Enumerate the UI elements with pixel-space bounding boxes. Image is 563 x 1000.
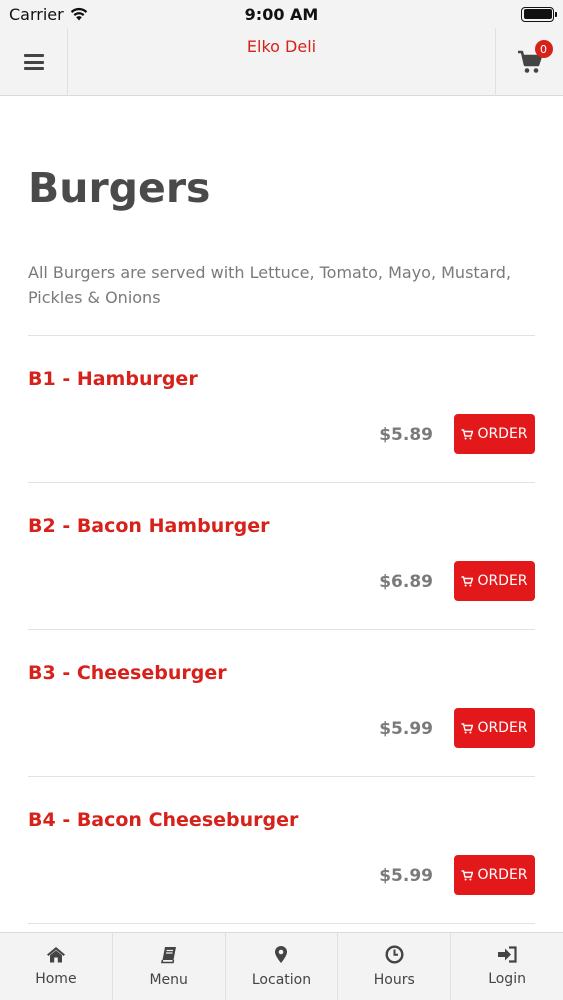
cart-count-badge: 0	[534, 40, 553, 58]
item-name[interactable]: B1 - Hamburger	[28, 368, 198, 390]
tab-menu[interactable]: Menu	[113, 933, 226, 1000]
tab-location[interactable]: Location	[226, 933, 339, 1000]
item-price: $6.89	[379, 572, 433, 592]
clock-icon	[385, 945, 404, 964]
order-label: ORDER	[477, 867, 528, 883]
order-label: ORDER	[477, 573, 528, 589]
order-button[interactable]: ORDER	[454, 561, 535, 601]
status-bar: Carrier 9:00 AM	[0, 0, 563, 28]
order-label: ORDER	[477, 720, 528, 736]
menu-item: B4 - Bacon Cheeseburger $5.99 ORDER	[28, 777, 535, 924]
carrier-label: Carrier	[9, 4, 64, 24]
cart-plus-icon	[461, 575, 474, 586]
tab-label: Location	[251, 972, 312, 988]
status-left: Carrier	[9, 5, 88, 24]
item-price: $5.99	[379, 719, 433, 739]
book-icon	[160, 946, 176, 963]
navbar: Elko Deli 0	[0, 28, 563, 96]
tab-label: Login	[488, 971, 526, 987]
menu-item: B1 - Hamburger $5.89 ORDER	[28, 336, 535, 483]
menu-button[interactable]	[0, 28, 68, 96]
tab-label: Home	[35, 971, 77, 987]
menu-item: B2 - Bacon Hamburger $6.89 ORDER	[28, 483, 535, 630]
cart-button[interactable]: 0	[495, 28, 563, 96]
battery-icon	[521, 6, 557, 22]
hamburger-icon	[23, 54, 44, 70]
tab-label: Menu	[149, 971, 188, 988]
menu-content: Burgers All Burgers are served with Lett…	[28, 96, 535, 924]
tab-login[interactable]: Login	[451, 933, 563, 1000]
sign-in-icon	[498, 946, 517, 963]
map-pin-icon	[275, 946, 288, 963]
wifi-icon	[70, 7, 87, 21]
tab-hours[interactable]: Hours	[338, 933, 452, 1000]
cart-plus-icon	[461, 428, 474, 439]
tab-bar: Home Menu Location Hours Login	[0, 932, 563, 1000]
menu-item: B3 - Cheeseburger $5.99 ORDER	[28, 630, 535, 777]
item-name[interactable]: B3 - Cheeseburger	[28, 662, 227, 684]
order-button[interactable]: ORDER	[454, 708, 535, 748]
cart-plus-icon	[461, 869, 474, 880]
nav-title: Elko Deli	[246, 37, 317, 56]
order-label: ORDER	[477, 426, 528, 442]
order-button[interactable]: ORDER	[454, 414, 535, 454]
tab-home[interactable]: Home	[0, 933, 113, 1000]
item-price: $5.99	[379, 866, 433, 886]
order-button[interactable]: ORDER	[454, 855, 535, 895]
page-title: Burgers	[28, 164, 211, 212]
item-price: $5.89	[379, 425, 433, 445]
cart-plus-icon	[461, 722, 474, 733]
item-name[interactable]: B4 - Bacon Cheeseburger	[28, 809, 298, 831]
category-description: All Burgers are served with Lettuce, Tom…	[28, 263, 512, 307]
item-name[interactable]: B2 - Bacon Hamburger	[28, 515, 269, 537]
home-icon	[46, 947, 65, 963]
tab-label: Hours	[373, 972, 415, 988]
